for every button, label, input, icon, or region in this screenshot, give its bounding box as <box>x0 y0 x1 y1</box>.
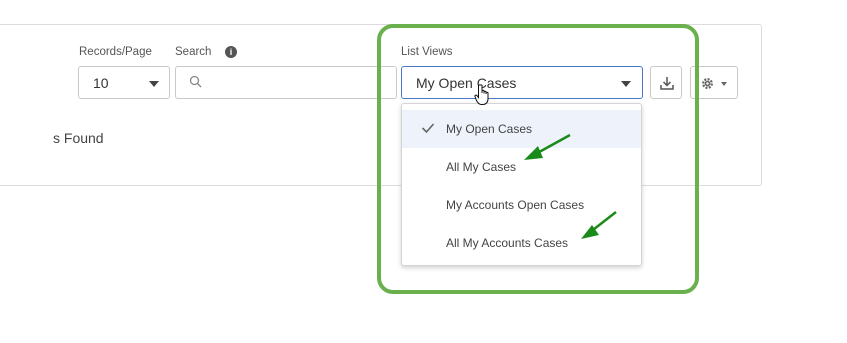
records-per-page-value: 10 <box>93 75 109 91</box>
gear-icon <box>702 78 713 89</box>
search-input[interactable] <box>175 66 397 99</box>
caret-down-icon <box>149 81 159 87</box>
records-found-text: s Found <box>53 130 104 146</box>
search-label: Search <box>175 46 212 58</box>
records-per-page-select[interactable]: 10 <box>78 66 170 99</box>
info-icon[interactable]: i <box>225 46 237 58</box>
search-icon <box>189 75 202 88</box>
arrow-icon <box>581 211 617 239</box>
arrow-icon <box>524 133 571 160</box>
hand-pointer-icon <box>474 84 489 105</box>
caret-down-icon <box>721 82 727 86</box>
records-per-page-label: Records/Page <box>79 46 152 58</box>
